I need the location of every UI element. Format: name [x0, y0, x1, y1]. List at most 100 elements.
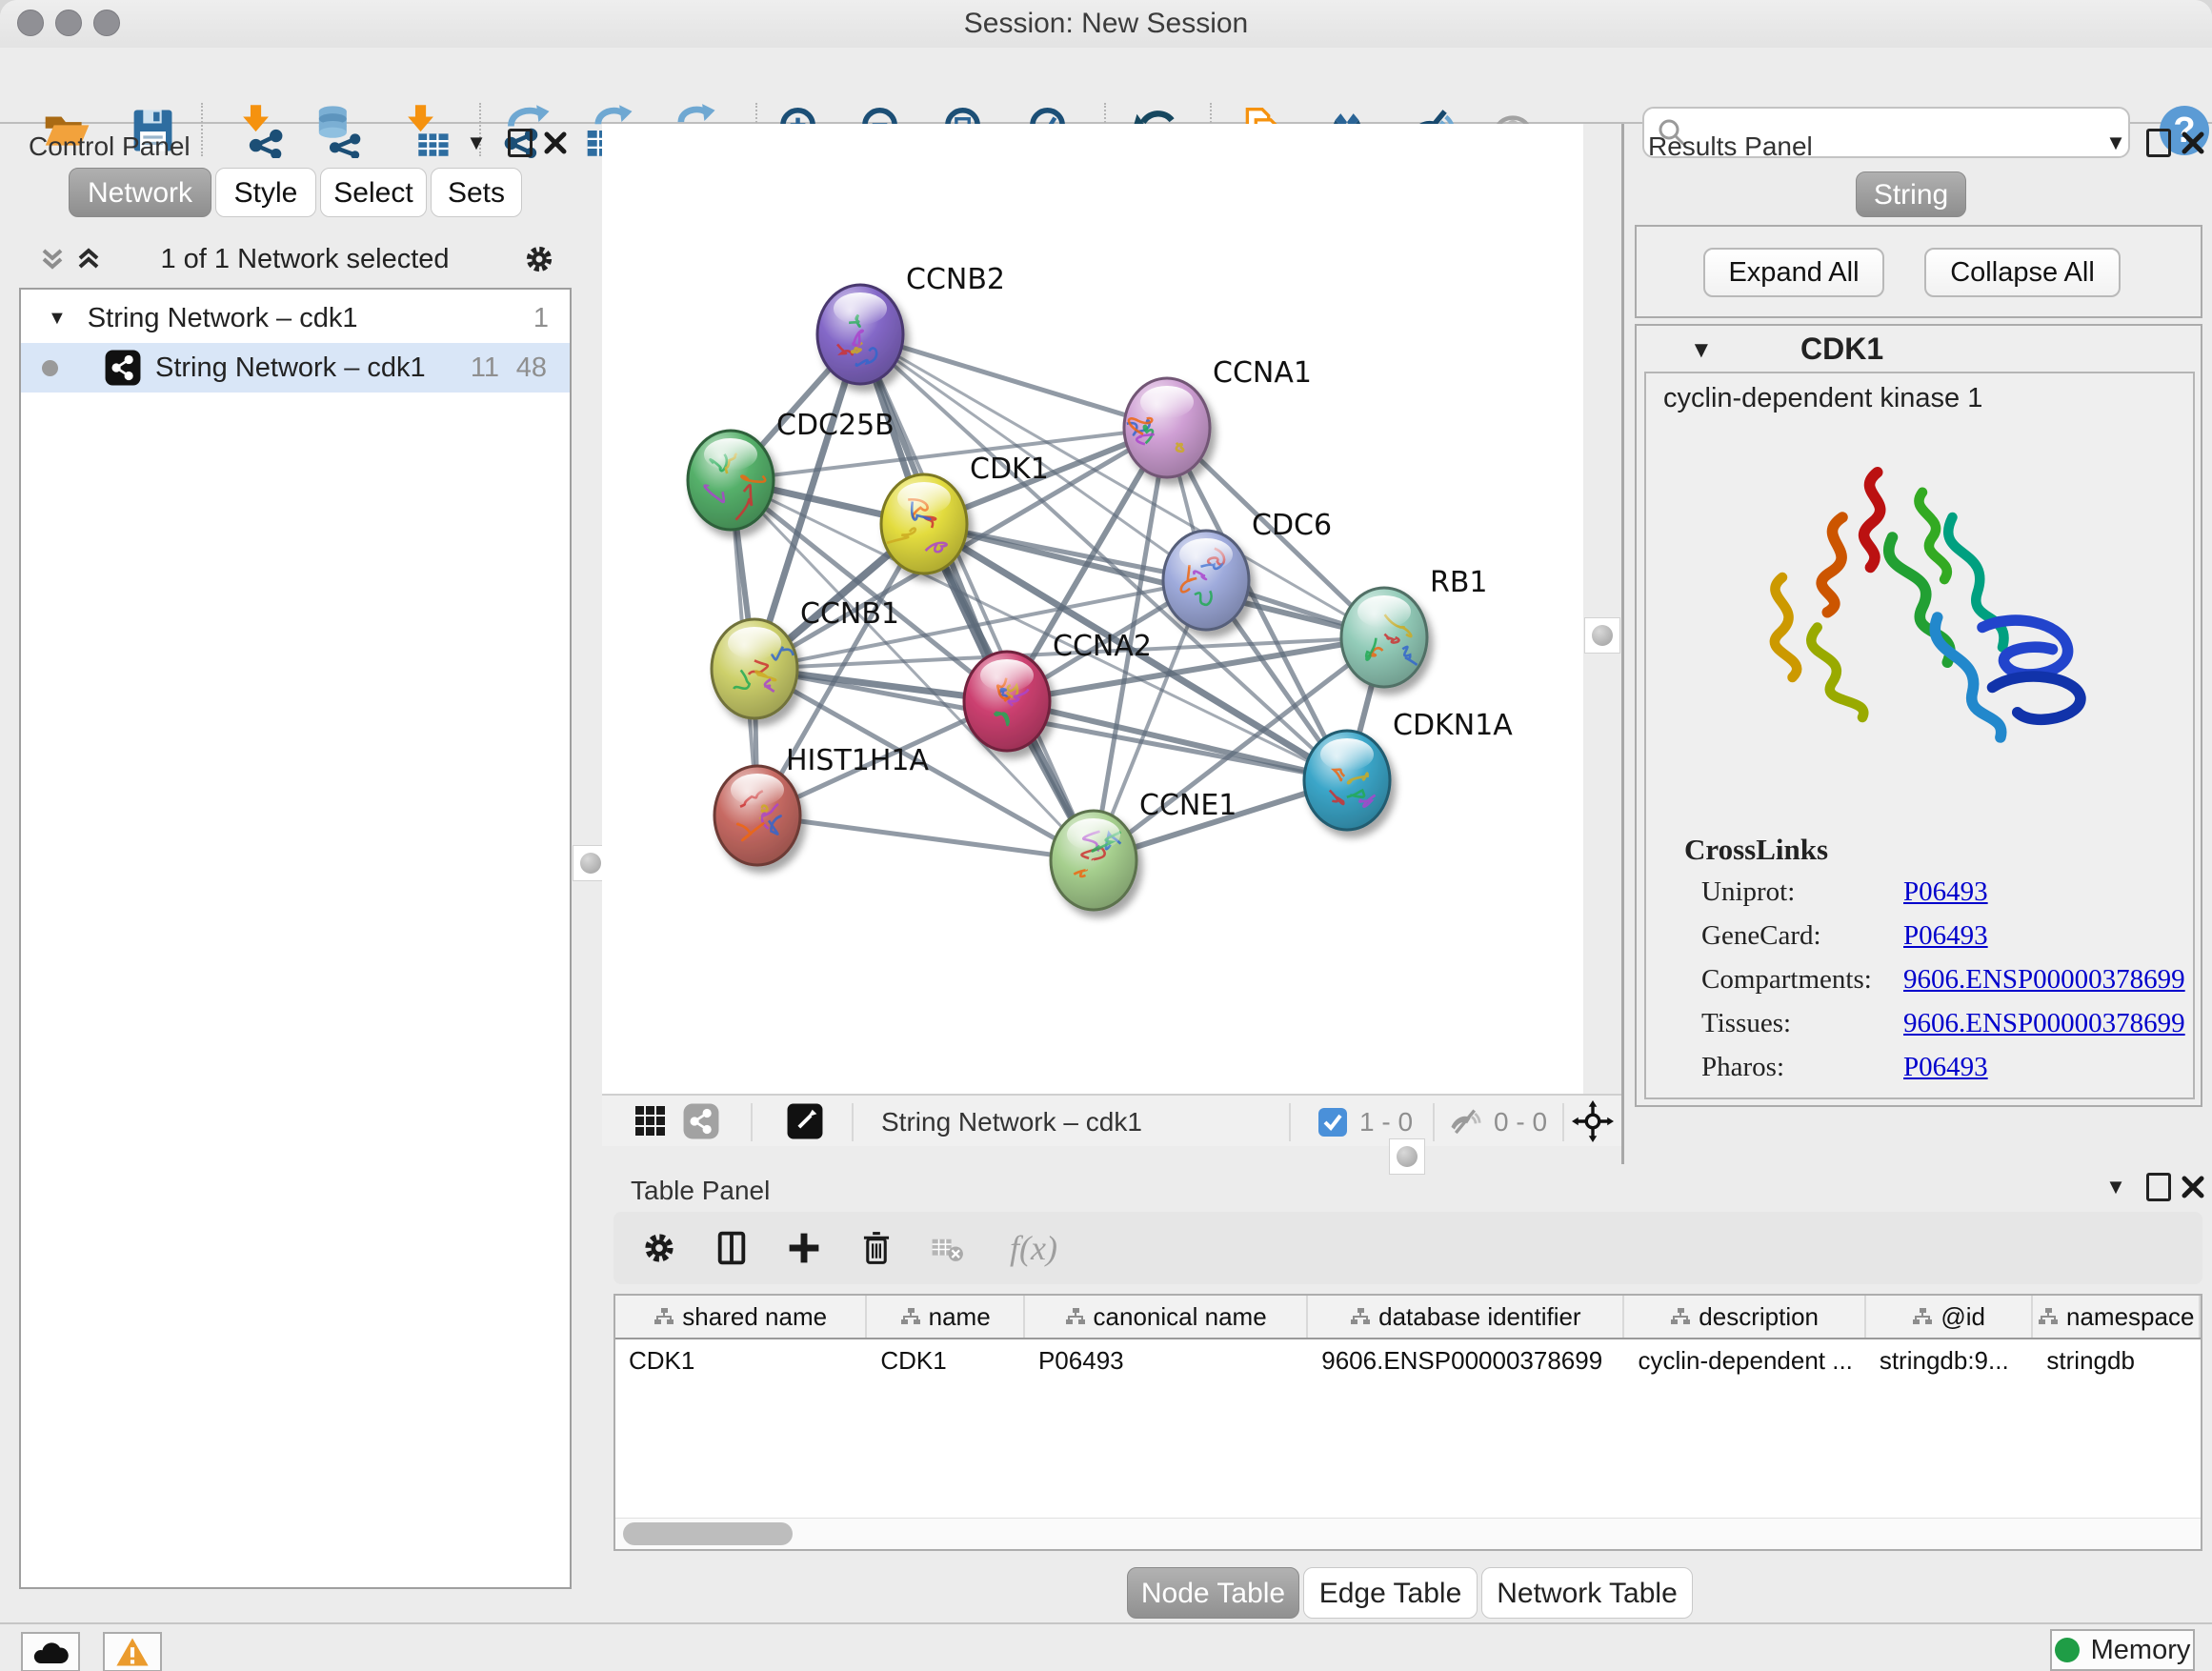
network-node-RB1[interactable] — [1341, 588, 1427, 687]
gene-description: cyclin-dependent kinase 1 — [1663, 383, 1982, 414]
protein-structure-image — [1722, 427, 2122, 808]
table-cell: P06493 — [1025, 1339, 1308, 1381]
node-label-CDC25B: CDC25B — [776, 409, 895, 442]
crosslink-link[interactable]: P06493 — [1903, 920, 1988, 951]
expand-all-button[interactable]: Expand All — [1703, 248, 1884, 297]
import-table-button[interactable] — [393, 99, 456, 162]
column-type-icon — [1065, 1307, 1086, 1326]
control-panel-float-icon[interactable] — [503, 126, 537, 160]
warnings-button[interactable] — [103, 1632, 162, 1671]
table-panel-title: Table Panel — [631, 1176, 770, 1206]
control-panel-menu-icon[interactable]: ▼ — [459, 126, 493, 160]
table-panel-float-icon[interactable] — [2142, 1170, 2176, 1204]
network-node-CCNB2[interactable] — [817, 285, 903, 384]
birdseye-view-icon[interactable] — [786, 1102, 824, 1140]
pan-crosshair-icon[interactable] — [1572, 1100, 1614, 1142]
tree-row-network[interactable]: String Network – cdk1 11 48 — [21, 343, 570, 393]
clear-table-button-disabled — [916, 1218, 977, 1278]
horizontal-scrollbar[interactable] — [615, 1518, 2201, 1549]
section-collapse-icon[interactable]: ▼ — [1690, 337, 1713, 364]
memory-status-dot — [2055, 1638, 2080, 1662]
column-type-icon — [2038, 1307, 2059, 1326]
import-network-file-button[interactable] — [229, 99, 292, 162]
tab-sets[interactable]: Sets — [431, 168, 522, 217]
share-view-icon[interactable] — [682, 1102, 720, 1140]
warning-icon — [115, 1637, 150, 1667]
cloud-button[interactable] — [21, 1632, 80, 1671]
grid-view-icon[interactable] — [634, 1105, 667, 1137]
network-node-CCNE1[interactable] — [1051, 811, 1136, 910]
tab-edge-table[interactable]: Edge Table — [1303, 1567, 1478, 1619]
table-settings-button[interactable] — [629, 1218, 690, 1278]
table-row[interactable]: CDK1CDK1P064939606.ENSP00000378699cyclin… — [615, 1339, 2201, 1381]
node-label-RB1: RB1 — [1430, 566, 1488, 599]
crosslink-label: GeneCard: — [1701, 920, 1903, 952]
network-canvas[interactable]: CCNB2CCNA1CDC25BCDK1CDC6RB1CCNB1CCNA2CDK… — [602, 124, 1583, 1094]
cloud-icon — [32, 1639, 69, 1665]
network-edge-CCNA2-CDKN1A[interactable] — [1007, 701, 1347, 780]
gear-icon — [640, 1229, 678, 1267]
expand-all-icon[interactable] — [74, 246, 103, 274]
selection-status: 1 of 1 Network selected — [124, 244, 486, 275]
create-column-button[interactable] — [774, 1218, 835, 1278]
node-label-CCNB2: CCNB2 — [906, 263, 1005, 296]
import-network-icon — [232, 103, 288, 158]
column-header-name[interactable]: name — [867, 1296, 1025, 1338]
import-network-database-button[interactable] — [308, 99, 371, 162]
memory-button[interactable]: Memory — [2050, 1629, 2195, 1671]
network-node-CDC6[interactable] — [1163, 531, 1249, 630]
collapse-all-button[interactable]: Collapse All — [1924, 248, 2121, 297]
node-count: 11 — [471, 352, 499, 384]
selected-checkbox[interactable] — [1318, 1108, 1347, 1137]
scrollbar-thumb[interactable] — [623, 1522, 793, 1545]
network-edge-CCNB2-CCNA1[interactable] — [860, 334, 1167, 428]
results-panel-close-icon[interactable] — [2176, 126, 2210, 160]
hidden-eye-slash-icon — [1448, 1105, 1482, 1139]
table-panel-close-icon[interactable] — [2176, 1170, 2210, 1204]
tree-row-collection[interactable]: ▼ String Network – cdk1 1 — [21, 293, 570, 343]
string-network-icon — [104, 349, 142, 387]
import-database-icon — [312, 103, 367, 158]
horizontal-splitter[interactable] — [602, 1146, 1621, 1164]
network-view-title: String Network – cdk1 — [881, 1096, 1142, 1148]
crosslinks-title: CrossLinks — [1684, 833, 1828, 867]
tab-network[interactable]: Network — [69, 168, 211, 217]
network-node-CCNA2[interactable] — [964, 652, 1050, 751]
gear-icon[interactable] — [522, 242, 556, 276]
crosslink-link[interactable]: P06493 — [1903, 876, 1988, 907]
tab-string[interactable]: String — [1856, 171, 1966, 217]
tab-select[interactable]: Select — [320, 168, 427, 217]
tab-network-table[interactable]: Network Table — [1481, 1567, 1693, 1619]
column-header-database-identifier[interactable]: database identifier — [1308, 1296, 1624, 1338]
column-header-description[interactable]: description — [1624, 1296, 1865, 1338]
crosslink-link[interactable]: P06493 — [1903, 1052, 1988, 1082]
column-header--id[interactable]: @id — [1866, 1296, 2034, 1338]
column-header-namespace[interactable]: namespace — [2033, 1296, 2201, 1338]
horizontal-splitter-handle[interactable] — [1389, 1138, 1425, 1175]
results-panel-menu-icon[interactable]: ▼ — [2099, 126, 2133, 160]
tab-node-table[interactable]: Node Table — [1127, 1567, 1299, 1619]
collection-count: 1 — [533, 303, 549, 334]
right-splitter-handle[interactable] — [1584, 617, 1620, 654]
collapse-all-icon[interactable] — [38, 246, 67, 274]
control-panel-close-icon[interactable] — [538, 126, 573, 160]
network-node-CCNA1[interactable] — [1124, 378, 1210, 477]
delete-column-button[interactable] — [846, 1218, 907, 1278]
table-panel-menu-icon[interactable]: ▼ — [2099, 1170, 2133, 1204]
network-node-HIST1H1A[interactable] — [714, 766, 800, 865]
vertical-divider[interactable] — [1621, 124, 1624, 1164]
network-tree: ▼ String Network – cdk1 1 String Network… — [19, 288, 572, 1589]
network-node-CDK1[interactable] — [881, 474, 967, 574]
tree-expander-icon[interactable]: ▼ — [48, 308, 67, 330]
show-columns-button[interactable] — [701, 1218, 762, 1278]
column-header-shared-name[interactable]: shared name — [615, 1296, 867, 1338]
network-edge-CCNE1-HIST1H1A[interactable] — [757, 815, 1094, 860]
network-node-CDC25B[interactable] — [688, 431, 774, 530]
column-header-canonical-name[interactable]: canonical name — [1025, 1296, 1308, 1338]
tab-style[interactable]: Style — [215, 168, 316, 217]
crosslink-link[interactable]: 9606.ENSP00000378699 — [1903, 1008, 2185, 1038]
crosslink-link[interactable]: 9606.ENSP00000378699 — [1903, 964, 2185, 995]
network-node-CCNB1[interactable] — [712, 619, 797, 718]
results-panel-float-icon[interactable] — [2142, 126, 2176, 160]
network-node-CDKN1A[interactable] — [1304, 731, 1390, 830]
